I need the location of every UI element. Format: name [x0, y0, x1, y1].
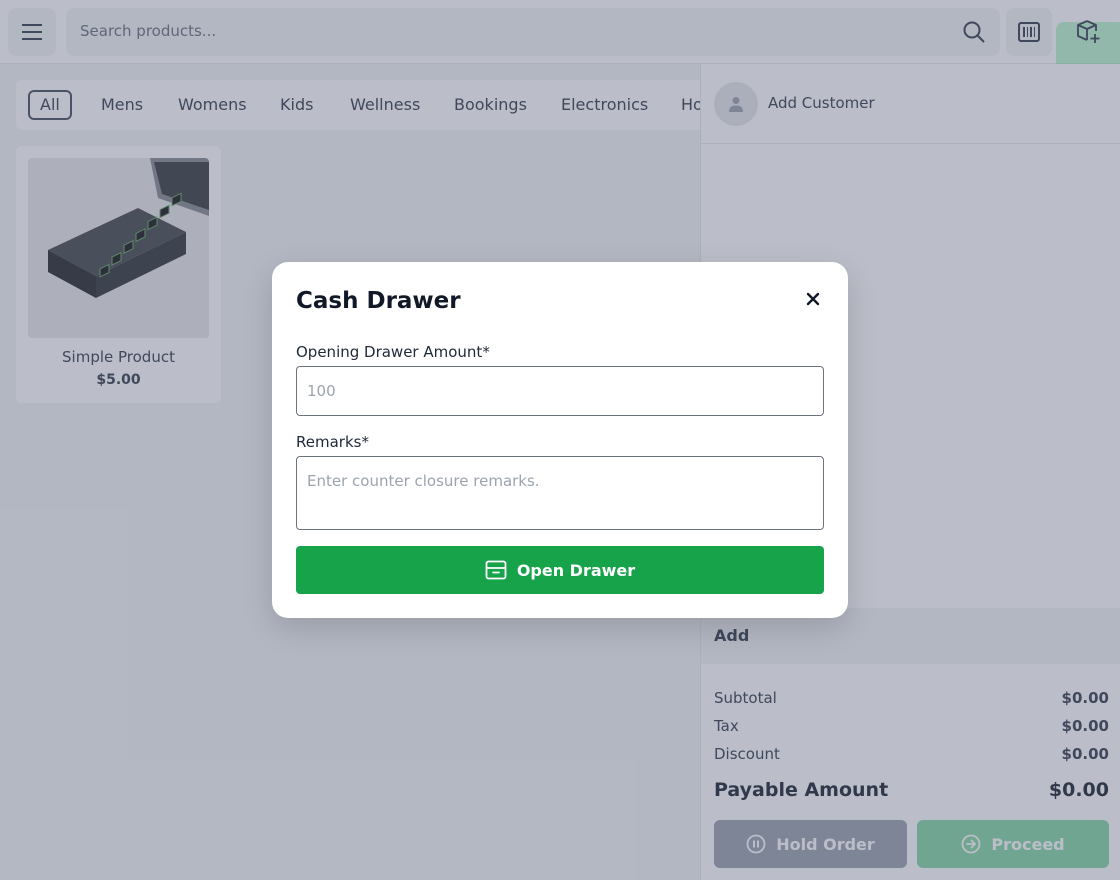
- dialog-title: Cash Drawer: [296, 288, 461, 314]
- open-drawer-label: Open Drawer: [516, 560, 636, 580]
- open-drawer-button[interactable]: Open Drawer: [296, 546, 824, 594]
- opening-amount-input[interactable]: 100: [296, 366, 824, 416]
- remarks-label: Remarks*: [296, 433, 369, 451]
- close-button[interactable]: [802, 288, 824, 310]
- close-icon: [806, 292, 820, 306]
- drawer-icon: [485, 560, 507, 580]
- remarks-textarea[interactable]: Enter counter closure remarks.: [296, 456, 824, 530]
- cash-drawer-dialog: Cash Drawer Opening Drawer Amount* 100 R…: [272, 262, 848, 618]
- amount-label: Opening Drawer Amount*: [296, 343, 490, 361]
